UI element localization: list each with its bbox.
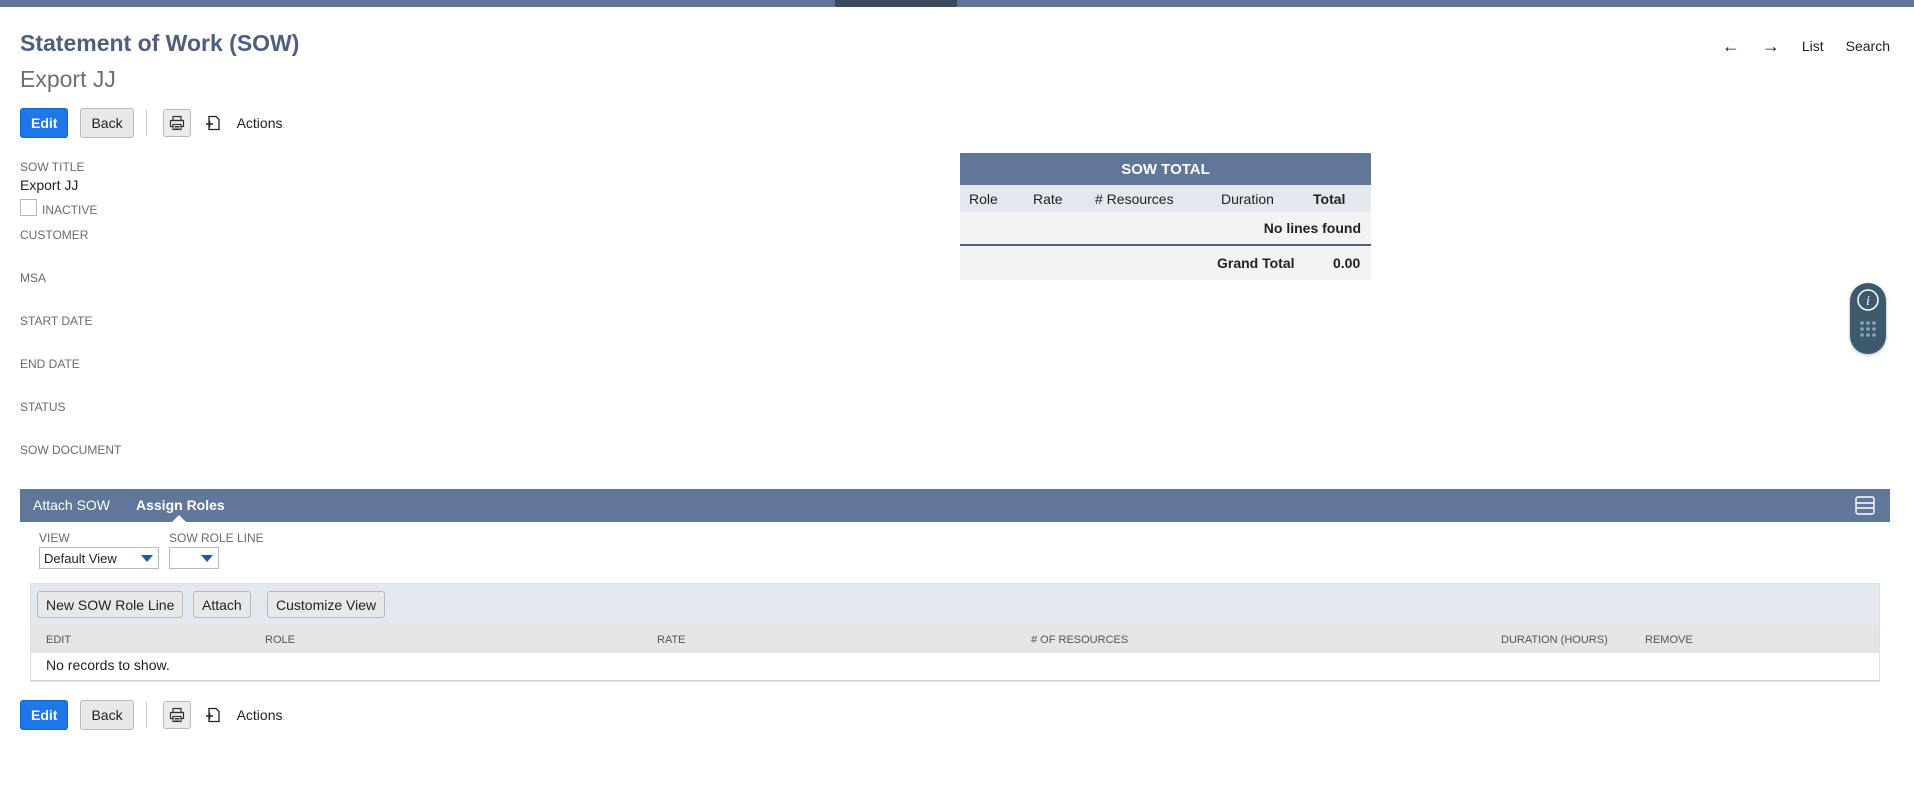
sow-total-grand-row: Grand Total 0.00 — [960, 246, 1371, 280]
back-button[interactable]: Back — [80, 700, 134, 730]
end-date-label: END DATE — [20, 357, 80, 371]
search-link[interactable]: Search — [1846, 38, 1890, 54]
sow-total-col-role: Role — [969, 190, 998, 207]
grand-total-value: 0.00 — [1333, 255, 1361, 271]
sow-title-value: Export JJ — [20, 177, 79, 193]
new-document-icon[interactable] — [201, 702, 227, 728]
view-select-value: Default View — [44, 550, 117, 566]
sow-role-line-select[interactable] — [169, 547, 219, 569]
sow-total-col-rate: Rate — [1033, 190, 1063, 207]
tab-assign-roles[interactable]: Assign Roles — [136, 497, 225, 513]
sow-total-col-resources: # Resources — [1095, 190, 1174, 207]
col-rate: RATE — [657, 634, 686, 646]
collapse-icon[interactable] — [1855, 496, 1875, 515]
top-navigation-bar — [0, 0, 1914, 7]
chevron-down-icon — [141, 555, 153, 562]
active-tab-pointer — [172, 515, 186, 522]
sow-total-col-duration: Duration — [1221, 190, 1274, 207]
view-select[interactable]: Default View — [39, 547, 159, 569]
sow-total-empty: No lines found — [960, 212, 1371, 246]
record-name: Export JJ — [20, 66, 116, 92]
toolbar-divider — [145, 110, 147, 136]
print-icon[interactable] — [162, 701, 191, 729]
arrow-left-icon[interactable]: ← — [1722, 36, 1740, 56]
attach-button[interactable]: Attach — [193, 591, 251, 618]
svg-text:i: i — [1866, 294, 1870, 309]
col-edit: EDIT — [46, 634, 72, 646]
inactive-label: INACTIVE — [42, 203, 98, 217]
back-button[interactable]: Back — [80, 108, 134, 138]
bottom-button-bar: Edit Back Actions — [20, 700, 283, 730]
col-resources: # OF RESOURCES — [1031, 634, 1129, 646]
sow-total-col-total: Total — [1313, 190, 1346, 207]
col-remove: REMOVE — [1645, 634, 1693, 646]
edit-button[interactable]: Edit — [20, 108, 69, 138]
actions-menu[interactable]: Actions — [237, 707, 283, 723]
page-title: Statement of Work (SOW) — [20, 30, 300, 56]
arrow-right-icon[interactable]: → — [1762, 36, 1780, 56]
sublist-empty-row: No records to show. — [30, 653, 1880, 681]
msa-label: MSA — [20, 271, 47, 285]
start-date-label: START DATE — [20, 314, 93, 328]
sow-total-columns: Role Rate # Resources Duration Total — [960, 185, 1371, 212]
list-link[interactable]: List — [1802, 38, 1824, 54]
new-sow-role-line-button[interactable]: New SOW Role Line — [37, 591, 184, 618]
subtab-bar: Attach SOW Assign Roles — [20, 489, 1890, 522]
tab-attach-sow[interactable]: Attach SOW — [33, 497, 110, 513]
col-role: ROLE — [265, 634, 295, 646]
sublist-header: EDIT ROLE RATE # OF RESOURCES DURATION (… — [30, 626, 1880, 653]
top-navigation-active-tab[interactable] — [835, 0, 957, 7]
sow-total-summary: SOW TOTAL Role Rate # Resources Duration… — [960, 153, 1371, 280]
actions-menu[interactable]: Actions — [237, 115, 283, 131]
view-label: VIEW — [39, 531, 70, 545]
inactive-checkbox[interactable] — [20, 199, 37, 216]
help-widget[interactable]: i — [1850, 283, 1886, 354]
grand-total-label: Grand Total — [1217, 255, 1295, 271]
print-icon[interactable] — [162, 109, 191, 137]
top-button-bar: Edit Back Actions — [20, 108, 283, 138]
toolbar-divider — [145, 702, 147, 728]
chevron-down-icon — [201, 555, 213, 562]
sow-document-label: SOW DOCUMENT — [20, 443, 122, 457]
customer-label: CUSTOMER — [20, 228, 89, 242]
sow-total-title: SOW TOTAL — [960, 153, 1371, 185]
sow-role-line-label: SOW ROLE LINE — [169, 531, 264, 545]
new-document-icon[interactable] — [201, 110, 227, 136]
edit-button[interactable]: Edit — [20, 700, 69, 730]
status-label: STATUS — [20, 400, 66, 414]
sow-title-label: SOW TITLE — [20, 160, 85, 174]
customize-view-button[interactable]: Customize View — [267, 591, 386, 618]
sublist-empty-text: No records to show. — [46, 657, 170, 673]
col-duration: DURATION (HOURS) — [1501, 634, 1608, 646]
record-navigation: ← → List Search — [1700, 36, 1890, 56]
